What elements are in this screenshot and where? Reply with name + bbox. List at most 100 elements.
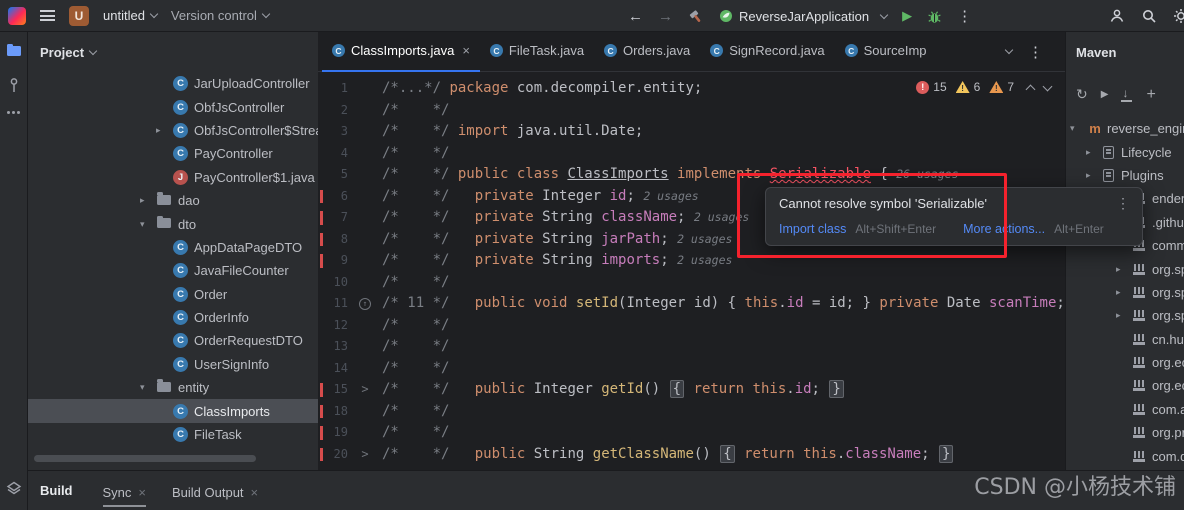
line-number[interactable]: 19 [318, 422, 348, 444]
settings-gear-icon[interactable] [1173, 8, 1184, 24]
build-toolwindow-title[interactable]: Build [40, 483, 73, 498]
code-line[interactable]: 15 >/* */ public Integer getId() { return… [318, 379, 1065, 401]
project-tree-item[interactable]: C PayController [28, 142, 318, 165]
chevron-collapsed-icon[interactable]: ▸ [156, 125, 173, 136]
chevron-collapsed-icon[interactable]: ▸ [1116, 264, 1133, 275]
project-tree-item[interactable]: ▾ dto [28, 212, 318, 235]
line-number[interactable]: 8 [318, 229, 348, 251]
services-toolwindow-button[interactable] [6, 480, 22, 510]
kebab-menu-icon[interactable]: ⋮ [1028, 43, 1043, 61]
chevron-collapsed-icon[interactable]: ▸ [1086, 147, 1103, 158]
inspections-widget[interactable]: ! 15 ! 6 ! 7 [916, 80, 1053, 94]
project-tree-item[interactable]: C ObfJsController [28, 95, 318, 118]
maven-tree-item[interactable]: ▸ org.spr [1066, 304, 1184, 327]
project-switcher[interactable]: untitled [103, 8, 159, 23]
add-icon[interactable]: + [1146, 86, 1155, 104]
maven-tree-item[interactable]: ▾ m reverse_engin [1066, 117, 1184, 140]
project-tree-item[interactable]: C Order [28, 283, 318, 306]
project-tree-item[interactable]: C AppDataPageDTO [28, 236, 318, 259]
code-line[interactable]: 3 /* */ import java.util.Date; [318, 121, 1065, 143]
close-tab-icon[interactable]: × [251, 485, 259, 500]
editor-tab[interactable]: C FileTask.java [480, 32, 594, 72]
project-tree-item[interactable]: C ClassImports [28, 399, 318, 423]
code-line[interactable]: 18 /* */ [318, 401, 1065, 423]
line-number[interactable]: 13 [318, 336, 348, 358]
gutter-marker[interactable]: ↑ [348, 293, 382, 315]
project-tree-item[interactable]: C JarUploadController [28, 72, 318, 95]
run-configuration-selector[interactable]: ReverseJarApplication [719, 9, 889, 24]
run-button[interactable]: ▶ [902, 8, 912, 24]
line-number[interactable]: 1 [318, 78, 348, 100]
code-line[interactable]: 11 ↑ /* 11 */ public void setId(Integer id… [318, 293, 1065, 315]
code-line[interactable]: 10 /* */ [318, 272, 1065, 294]
code-line[interactable]: 14 /* */ [318, 358, 1065, 380]
debug-button[interactable] [927, 9, 942, 24]
line-number[interactable]: 12 [318, 315, 348, 337]
maven-tree-item[interactable]: com.qi [1066, 444, 1184, 467]
back-arrow-icon[interactable]: ← [628, 8, 643, 25]
fold-icon[interactable]: > [348, 379, 382, 401]
maven-tree-item[interactable]: ▸ Plugins [1066, 164, 1184, 187]
maven-tree-item[interactable]: org.ecl [1066, 351, 1184, 374]
code-editor[interactable]: 1/*...*/ package com.decompiler.entity; 2… [318, 72, 1065, 470]
line-number[interactable]: 3 [318, 121, 348, 143]
maven-tree-item[interactable]: ▸ Lifecycle [1066, 140, 1184, 163]
chevron-expanded-icon[interactable]: ▾ [140, 219, 157, 230]
hamburger-menu-icon[interactable] [40, 10, 55, 21]
commit-toolwindow-button[interactable] [7, 77, 21, 93]
vcs-widget[interactable]: Version control [171, 8, 271, 23]
project-tree-item[interactable]: C UserSignInfo [28, 353, 318, 376]
kebab-menu-icon[interactable]: ⋮ [1116, 195, 1130, 212]
project-tree-item[interactable]: C JavaFileCounter [28, 259, 318, 282]
code-with-me-users-icon[interactable] [1109, 8, 1125, 24]
chevron-expanded-icon[interactable]: ▾ [1070, 123, 1087, 134]
execute-goal-icon[interactable]: ▶ [1101, 89, 1109, 100]
maven-panel-header[interactable]: Maven [1066, 32, 1184, 72]
code-line[interactable]: 4 /* */ [318, 143, 1065, 165]
maven-tree-item[interactable]: com.ali [1066, 398, 1184, 421]
refresh-icon[interactable]: ↻ [1076, 86, 1088, 103]
chevron-collapsed-icon[interactable]: ▸ [1086, 170, 1103, 181]
maven-tree-item[interactable]: cn.hutc [1066, 328, 1184, 351]
project-tree-item[interactable]: ▸ dao [28, 189, 318, 212]
code-line[interactable]: 2 /* */ [318, 100, 1065, 122]
project-tree-item[interactable]: C FileTask [28, 423, 318, 446]
project-tree-item[interactable]: J PayController$1.java [28, 166, 318, 189]
code-line[interactable]: 19 /* */ [318, 422, 1065, 444]
project-avatar[interactable]: U [69, 5, 89, 26]
project-tree-item[interactable]: ▸ C ObfJsController$Strear [28, 119, 318, 142]
line-number[interactable]: 6 [318, 186, 348, 208]
line-number[interactable]: 7 [318, 207, 348, 229]
next-issue-icon[interactable] [1042, 81, 1053, 91]
code-line[interactable]: 20 >/* */ public String getClassName() { … [318, 444, 1065, 466]
line-number[interactable]: 20 [318, 444, 348, 466]
kebab-menu-icon[interactable]: ⋮ [957, 7, 972, 25]
maven-tree-item[interactable]: org.ecl [1066, 374, 1184, 397]
chevron-collapsed-icon[interactable]: ▸ [1116, 287, 1133, 298]
line-number[interactable]: 15 [318, 379, 348, 401]
line-number[interactable]: 10 [318, 272, 348, 294]
line-number[interactable]: 9 [318, 250, 348, 272]
forward-arrow-icon[interactable]: → [658, 8, 673, 25]
maven-tree-item[interactable]: ▸ org.spr [1066, 281, 1184, 304]
build-hammer-icon[interactable] [688, 8, 704, 24]
project-tree-item[interactable]: ▾ entity [28, 376, 318, 399]
fold-icon[interactable]: > [348, 444, 382, 466]
editor-tab[interactable]: C SignRecord.java [700, 32, 834, 72]
line-number[interactable]: 4 [318, 143, 348, 165]
line-number[interactable]: 18 [318, 401, 348, 423]
editor-tab[interactable]: C ClassImports.java × [322, 32, 480, 72]
line-number[interactable]: 14 [318, 358, 348, 380]
download-sources-icon[interactable] [1121, 86, 1133, 102]
chevron-down-icon[interactable] [1004, 45, 1014, 55]
search-icon[interactable] [1141, 8, 1157, 24]
bottom-tab[interactable]: Sync × [102, 480, 146, 507]
maven-tree-item[interactable]: ▸ org.spr [1066, 257, 1184, 280]
line-number[interactable]: 11 [318, 293, 348, 315]
editor-tab[interactable]: C Orders.java [594, 32, 700, 72]
code-line[interactable]: 12 /* */ [318, 315, 1065, 337]
project-panel-header[interactable]: Project [28, 32, 318, 72]
code-line[interactable]: 13 /* */ [318, 336, 1065, 358]
project-tree-item[interactable]: C OrderInfo [28, 306, 318, 329]
line-number[interactable]: 2 [318, 100, 348, 122]
